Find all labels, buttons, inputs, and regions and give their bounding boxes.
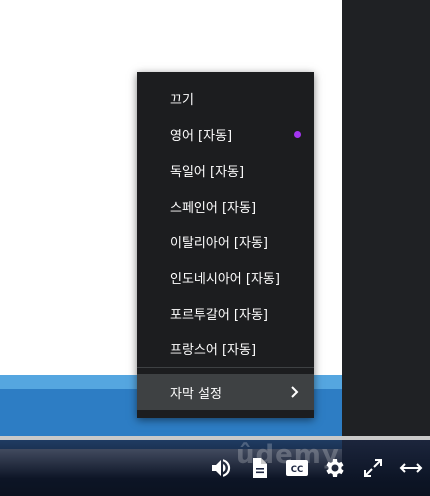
expand-icon[interactable] (399, 456, 423, 480)
caption-option-portuguese[interactable]: 포르투갈어 [자동] (137, 295, 314, 331)
captions-label: CC (291, 465, 303, 475)
selected-indicator-icon (294, 131, 301, 138)
menu-divider (137, 367, 314, 368)
caption-option-off[interactable]: 끄기 (137, 80, 314, 116)
captions-icon[interactable]: CC (285, 456, 309, 480)
caption-option-french[interactable]: 프랑스어 [자동] (137, 330, 314, 366)
side-panel (342, 0, 430, 496)
transcript-icon[interactable] (247, 456, 271, 480)
menu-item-label: 인도네시아어 [자동] (170, 271, 280, 287)
caption-settings-label: 자막 설정 (170, 386, 222, 402)
caption-option-german[interactable]: 독일어 [자동] (137, 152, 314, 188)
caption-option-italian[interactable]: 이탈리아어 [자동] (137, 223, 314, 259)
menu-item-label: 프랑스어 [자동] (170, 342, 257, 358)
caption-option-indonesian[interactable]: 인도네시아어 [자동] (137, 259, 314, 295)
caption-option-english[interactable]: 영어 [자동] (137, 116, 314, 152)
menu-item-label: 독일어 [자동] (170, 164, 245, 180)
menu-item-label: 끄기 (170, 92, 194, 108)
caption-menu: 끄기 영어 [자동] 독일어 [자동] 스페인어 [자동] 이탈리아어 [자동]… (137, 72, 314, 418)
chevron-right-icon (291, 386, 299, 398)
menu-item-label: 포르투갈어 [자동] (170, 307, 268, 323)
menu-item-label: 영어 [자동] (170, 128, 233, 144)
volume-icon[interactable] (209, 456, 233, 480)
menu-item-label: 이탈리아어 [자동] (170, 235, 268, 251)
caption-settings-item[interactable]: 자막 설정 (137, 374, 314, 410)
settings-icon[interactable] (323, 456, 347, 480)
caption-option-spanish[interactable]: 스페인어 [자동] (137, 188, 314, 224)
progress-bar[interactable] (0, 436, 430, 440)
fullscreen-icon[interactable] (361, 456, 385, 480)
menu-item-label: 스페인어 [자동] (170, 200, 257, 216)
